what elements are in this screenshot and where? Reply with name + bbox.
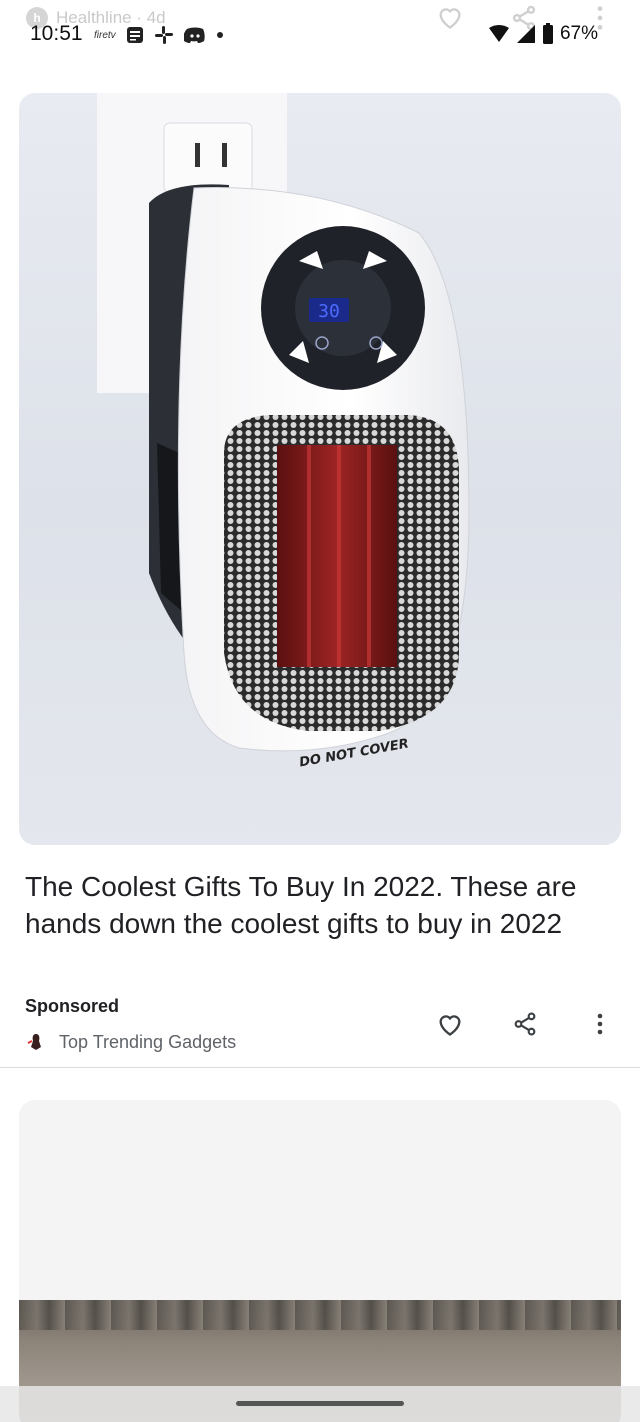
display-readout: 30 [318,301,340,322]
card-divider [0,1067,640,1068]
space-heater-illustration: 30 DO NOT COVER [97,93,470,770]
battery-percentage: 67% [559,23,598,44]
source-row[interactable]: Top Trending Gadgets [25,1030,236,1054]
dot-icon [216,32,223,38]
more-options-button[interactable] [584,1008,616,1040]
heart-icon [439,1015,461,1036]
article-title[interactable]: The Coolest Gifts To Buy In 2022. These … [25,868,625,942]
share-button[interactable] [509,1008,541,1040]
behind-heart-icon [439,8,461,29]
cell-signal-icon [516,25,535,43]
sponsored-label: Sponsored [25,996,120,1016]
news-icon [126,27,143,43]
notification-icons: firetv [94,24,224,46]
clock: 10:51 [30,22,83,45]
discord-icon [183,27,205,43]
stone-wall-top [19,1300,621,1330]
like-button[interactable] [434,1008,466,1040]
more-vert-icon [597,1013,603,1035]
status-bar: h Healthline · 4d 10:51 firetv 67% [0,0,640,62]
system-icons: 67% [488,22,598,46]
home-gesture-handle[interactable] [236,1401,404,1406]
share-icon [514,1012,536,1036]
hero-image[interactable]: 30 DO NOT COVER [19,93,621,845]
source-logo-icon [27,1034,41,1050]
source-name: Top Trending Gadgets [59,1031,237,1052]
battery-icon [542,23,553,44]
next-card-image[interactable] [19,1100,621,1422]
slack-icon [154,26,173,44]
wifi-icon [488,25,509,42]
firetv-icon: firetv [94,29,116,41]
